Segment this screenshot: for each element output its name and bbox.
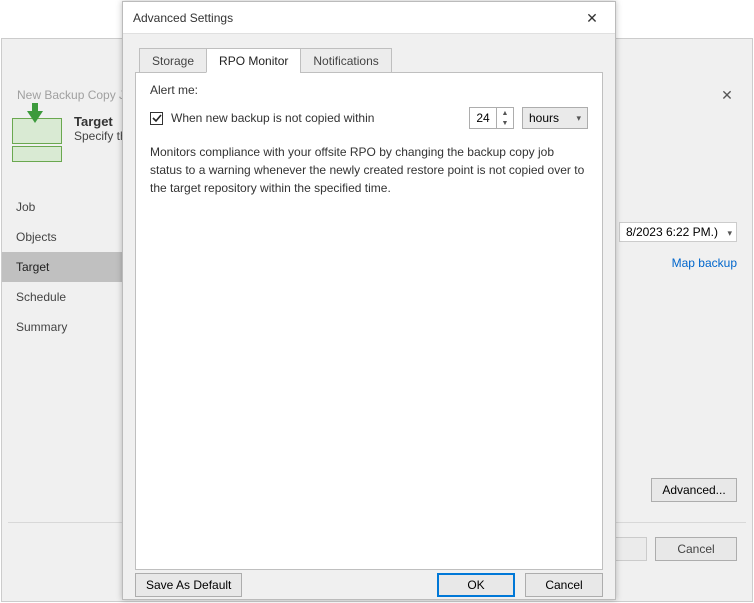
close-icon[interactable]: ✕: [579, 2, 605, 34]
alert-heading: Alert me:: [150, 83, 588, 97]
interval-value: 24: [470, 108, 496, 128]
tab-storage[interactable]: Storage: [139, 48, 207, 73]
repository-dropdown-value: 8/2023 6:22 PM.): [626, 225, 718, 239]
tab-pane-rpo: Alert me: When new backup is not copied …: [135, 72, 603, 570]
alert-checkbox[interactable]: [150, 112, 163, 125]
repository-dropdown[interactable]: 8/2023 6:22 PM.) ▾: [619, 222, 737, 242]
wizard-window-title: New Backup Copy Job: [17, 88, 138, 102]
alert-row: When new backup is not copied within 24 …: [150, 107, 588, 129]
chevron-down-icon: ▾: [576, 113, 581, 124]
tabs-row: Storage RPO Monitor Notifications: [139, 46, 603, 72]
target-icon: [12, 118, 62, 162]
wizard-close-icon[interactable]: ✕: [712, 83, 742, 107]
spinner-down-icon[interactable]: ▼: [497, 118, 513, 128]
tab-notifications[interactable]: Notifications: [300, 48, 391, 73]
dialog-footer: Save As Default OK Cancel: [123, 570, 615, 599]
cancel-button[interactable]: Cancel: [525, 573, 603, 597]
unit-dropdown-value: hours: [529, 111, 559, 125]
tab-rpo-monitor[interactable]: RPO Monitor: [206, 48, 301, 73]
rpo-description: Monitors compliance with your offsite RP…: [150, 143, 588, 197]
wizard-sidebar: Job Objects Target Schedule Summary: [2, 192, 142, 526]
map-backup-link[interactable]: Map backup: [672, 256, 737, 270]
sidebar-item-summary[interactable]: Summary: [2, 312, 142, 342]
save-as-default-button[interactable]: Save As Default: [135, 573, 242, 597]
advanced-button[interactable]: Advanced...: [651, 478, 737, 502]
interval-spinner[interactable]: 24 ▲ ▼: [469, 107, 514, 129]
chevron-down-icon: ▾: [727, 228, 732, 239]
dialog-title: Advanced Settings: [133, 2, 233, 34]
advanced-settings-dialog: Advanced Settings ✕ Storage RPO Monitor …: [122, 1, 616, 600]
sidebar-item-objects[interactable]: Objects: [2, 222, 142, 252]
spinner-up-icon[interactable]: ▲: [497, 108, 513, 118]
sidebar-item-schedule[interactable]: Schedule: [2, 282, 142, 312]
dialog-titlebar: Advanced Settings ✕: [123, 2, 615, 34]
ok-button[interactable]: OK: [437, 573, 515, 597]
check-icon: [152, 113, 162, 123]
dialog-body: Storage RPO Monitor Notifications Alert …: [123, 34, 615, 570]
wizard-step-desc: Specify th: [74, 129, 127, 143]
wizard-cancel-button[interactable]: Cancel: [655, 537, 737, 561]
sidebar-item-job[interactable]: Job: [2, 192, 142, 222]
wizard-step-title: Target: [74, 114, 127, 129]
unit-dropdown[interactable]: hours ▾: [522, 107, 588, 129]
alert-checkbox-label: When new backup is not copied within: [171, 111, 374, 125]
sidebar-item-target[interactable]: Target: [2, 252, 142, 282]
